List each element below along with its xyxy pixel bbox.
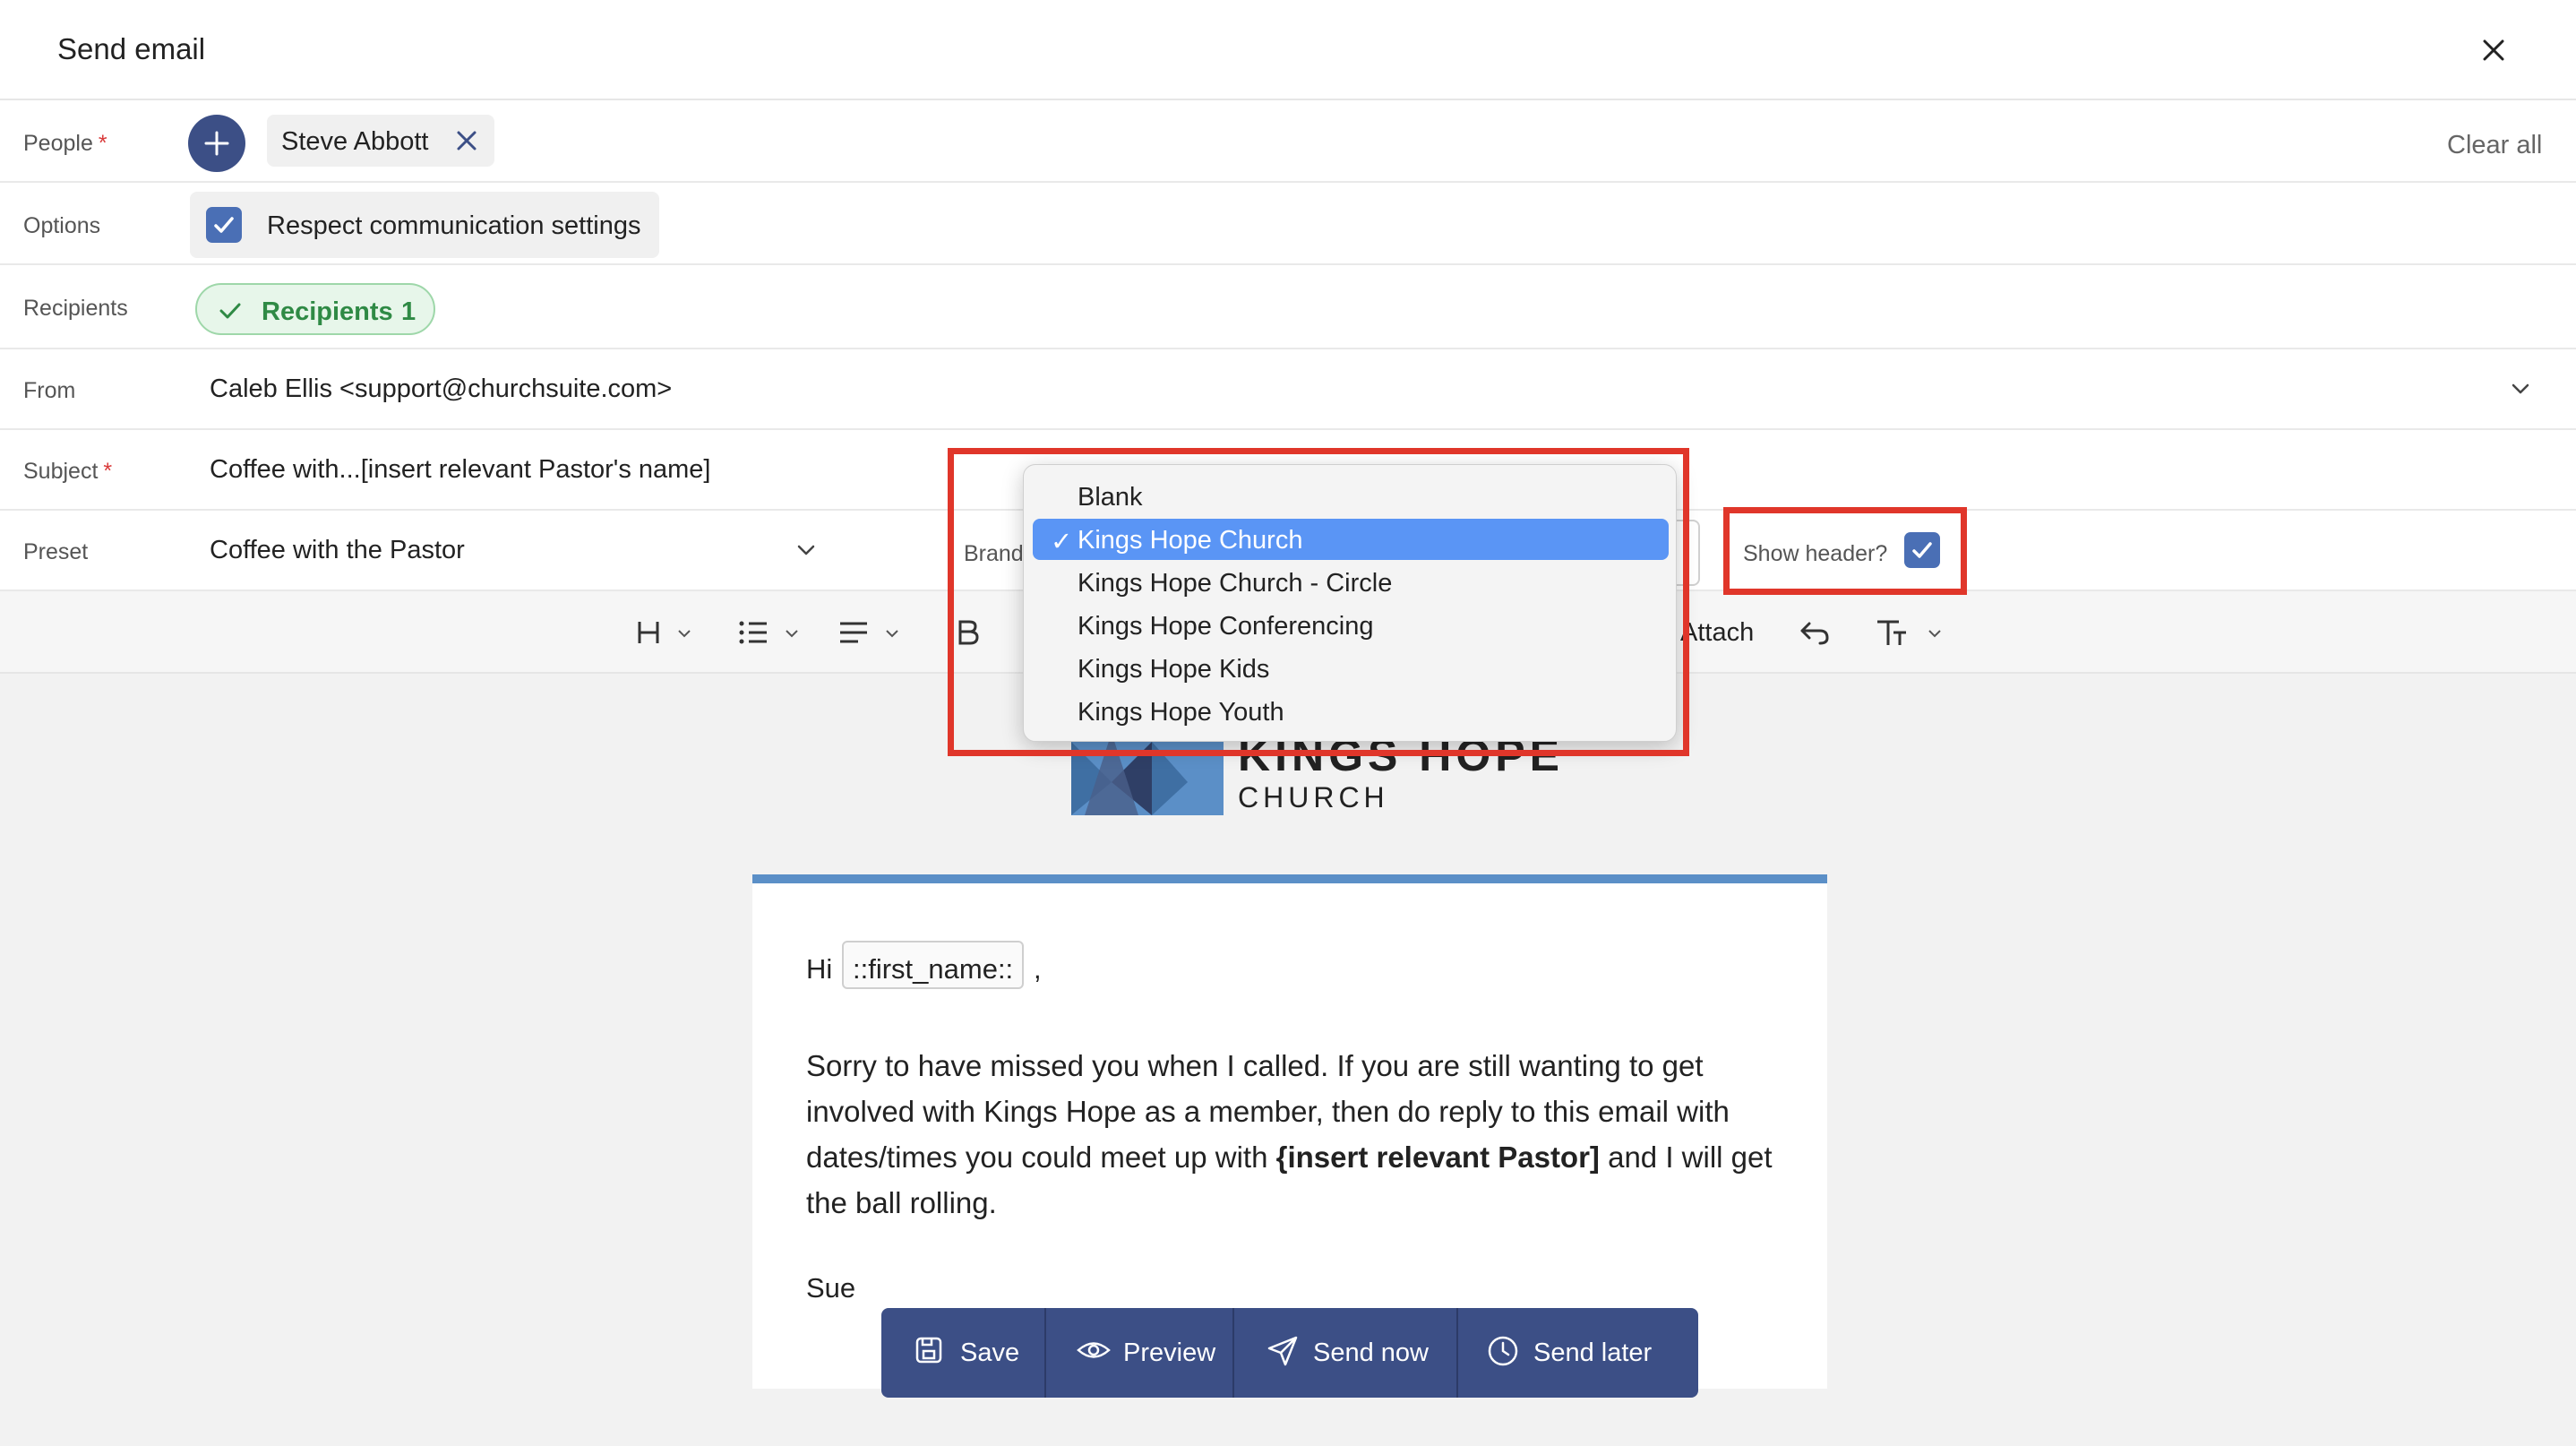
respect-settings-checkbox[interactable] — [206, 207, 242, 243]
subject-label: Subject * — [23, 459, 113, 484]
attach-button[interactable]: Attach — [1680, 618, 1754, 648]
respect-settings-label: Respect communication settings — [267, 211, 641, 240]
recipients-pill[interactable]: Recipients 1 — [195, 283, 435, 335]
text-size-icon[interactable] — [1876, 615, 1947, 650]
add-person-button[interactable] — [188, 115, 245, 172]
send-now-button[interactable]: Send now — [1234, 1308, 1456, 1398]
list-icon[interactable] — [736, 615, 804, 650]
preset-label: Preset — [23, 539, 89, 564]
save-icon — [915, 1337, 942, 1364]
preview-button[interactable]: Preview — [1046, 1308, 1232, 1398]
undo-icon[interactable] — [1799, 615, 1831, 650]
recipients-row: Recipients Recipients 1 — [0, 267, 2576, 349]
dialog-title: Send email — [57, 32, 206, 65]
signoff: Sue — [806, 1272, 856, 1304]
highlight-brand-box — [948, 448, 1689, 756]
people-row: People * Steve Abbott Clear all — [0, 102, 2576, 183]
preset-select[interactable]: Coffee with the Pastor — [210, 536, 465, 565]
send-later-button[interactable]: Send later — [1458, 1308, 1698, 1398]
greeting: Hi — [806, 953, 833, 985]
chevron-down-icon[interactable] — [794, 538, 819, 563]
recipients-label: Recipients — [23, 296, 128, 321]
save-button[interactable]: Save — [881, 1308, 1044, 1398]
action-bar: Save Preview Send now Send later — [881, 1308, 1698, 1398]
clear-all-button[interactable]: Clear all — [2447, 131, 2542, 160]
recipients-count: 1 — [401, 297, 416, 326]
check-icon — [219, 303, 241, 319]
from-value[interactable]: Caleb Ellis <support@churchsuite.com> — [210, 374, 672, 404]
from-label: From — [23, 378, 76, 403]
person-chip: Steve Abbott — [267, 115, 494, 167]
highlight-show-header-box — [1723, 507, 1967, 595]
check-icon — [214, 217, 234, 233]
send-icon — [1267, 1336, 1298, 1366]
align-icon[interactable] — [837, 615, 905, 650]
greeting-comma: , — [1034, 953, 1042, 985]
logo-line2: CHURCH — [1238, 781, 1389, 813]
eye-icon — [1077, 1342, 1111, 1358]
subject-input[interactable]: Coffee with...[insert relevant Pastor's … — [210, 455, 710, 485]
respect-settings-option[interactable]: Respect communication settings — [190, 192, 659, 258]
close-icon[interactable] — [2476, 32, 2512, 68]
options-row: Options Respect communication settings — [0, 185, 2576, 265]
person-name: Steve Abbott — [281, 127, 429, 156]
dialog-header: Send email — [0, 0, 2576, 100]
chevron-down-icon[interactable] — [2508, 376, 2533, 401]
merge-tag-first-name[interactable]: ::first_name:: — [842, 941, 1025, 989]
options-label: Options — [23, 213, 101, 238]
heading-icon[interactable] — [634, 615, 697, 650]
recipients-pill-label: Recipients — [262, 297, 393, 326]
clock-icon — [1488, 1336, 1518, 1366]
email-paragraph: Sorry to have missed you when I called. … — [806, 1049, 1773, 1219]
people-label: People * — [23, 131, 107, 156]
remove-person-icon[interactable] — [451, 125, 482, 156]
plus-icon — [204, 131, 229, 156]
from-row[interactable]: From Caleb Ellis <support@churchsuite.co… — [0, 351, 2576, 430]
